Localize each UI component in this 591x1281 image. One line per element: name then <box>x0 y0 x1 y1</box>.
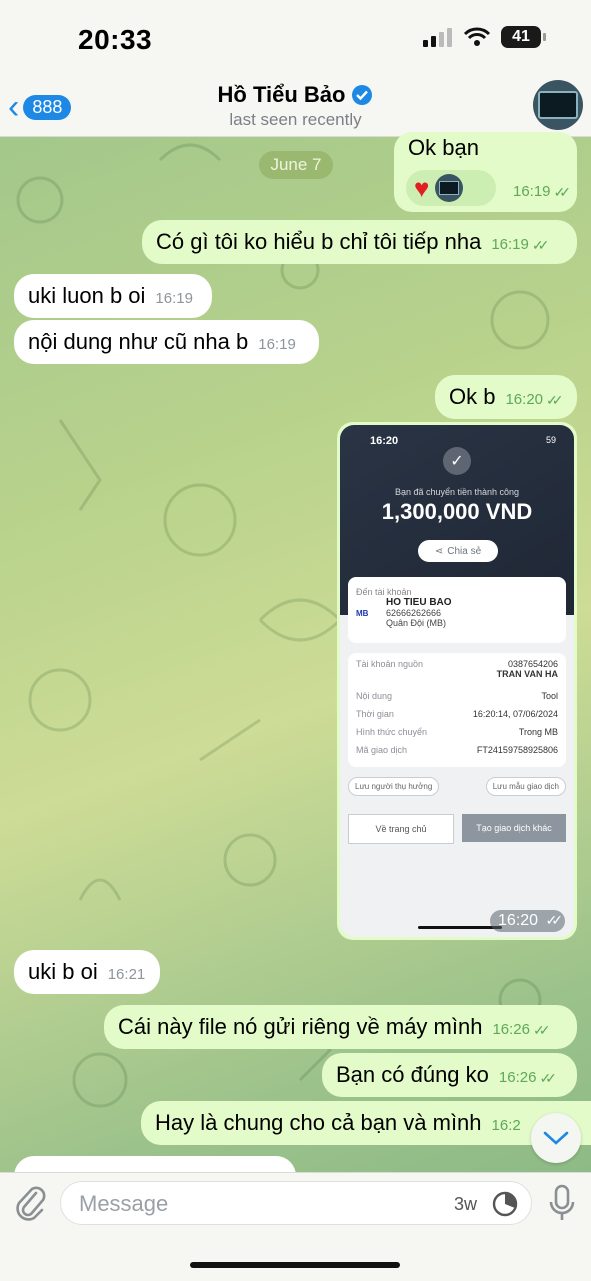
heart-icon: ♥ <box>414 173 430 203</box>
message-text: uki b oi <box>28 959 98 984</box>
message-bubble[interactable]: Cái này file nó gửi riêng về máy mình 16… <box>104 1005 577 1049</box>
receipt-home-button: Về trang chủ <box>348 814 454 844</box>
message-time: 16:26 <box>498 1069 537 1086</box>
message-bubble[interactable]: uki luon b oi 16:19 <box>14 274 212 318</box>
chevron-down-icon <box>543 1131 569 1145</box>
recipient-account: 62666262666 <box>386 608 442 618</box>
recipient-bank: Quân Đội (MB) <box>386 618 447 628</box>
detail-key: Thời gian <box>356 709 394 719</box>
check-icon: ✓ <box>443 447 471 475</box>
detail-value: Trong MB <box>518 727 558 737</box>
to-account-label: Đến tài khoản <box>356 587 412 597</box>
photo-message[interactable]: 16:20 59 ✓ Bạn đã chuyển tiền thành công… <box>337 422 577 940</box>
message-text: Cái này file nó gửi riêng về máy mình <box>118 1014 483 1039</box>
microphone-icon[interactable] <box>546 1183 578 1223</box>
status-bar: 20:33 41 <box>0 0 591 80</box>
message-text: uki luon b oi <box>28 283 146 308</box>
recipient-card: Đến tài khoản MB HO TIEU BAO 62666262666… <box>348 577 566 643</box>
read-ticks-icon: ✓✓ <box>545 912 564 928</box>
receipt-battery: 59 <box>545 435 556 445</box>
detail-value: 16:20:14, 07/06/2024 <box>472 709 558 719</box>
detail-value: FT24159758925806 <box>476 745 558 755</box>
message-field[interactable]: 3w <box>60 1181 532 1225</box>
save-recipient-pill: Lưu người thụ hưởng <box>348 777 440 796</box>
home-indicator <box>190 1262 400 1268</box>
message-text: Ok b <box>449 384 496 409</box>
photo-meta: 16:20 ✓✓ <box>490 910 565 932</box>
detail-value: TRAN VAN HA <box>496 669 558 679</box>
message-time: 16:19 <box>155 290 193 307</box>
detail-row: Nội dung Tool <box>356 687 558 705</box>
timer-label: 3w <box>453 1194 477 1214</box>
status-time: 20:33 <box>78 24 153 55</box>
message-time: 16:19 <box>258 336 296 353</box>
self-destruct-timer-icon[interactable] <box>491 1190 519 1218</box>
battery-indicator: 41 <box>501 26 546 48</box>
read-ticks-icon: ✓✓ <box>539 1070 557 1086</box>
message-bubble[interactable]: Bạn có đúng ko 16:26 ✓✓ <box>322 1053 577 1097</box>
message-time: 16:26 <box>492 1021 530 1038</box>
receipt-home-indicator <box>418 926 502 929</box>
scroll-to-bottom-button[interactable] <box>531 1113 581 1163</box>
monitor-icon <box>538 91 578 119</box>
message-text: Ok bạn <box>408 135 479 160</box>
save-template-pill: Lưu mẫu giao dịch <box>485 777 566 796</box>
message-time: 16:21 <box>107 966 146 983</box>
contact-avatar[interactable] <box>533 80 583 130</box>
detail-key: Mã giao dịch <box>356 745 408 755</box>
reaction-pill[interactable]: ♥ <box>406 170 496 206</box>
detail-row: Mã giao dịch FT24159758925806 <box>356 741 558 759</box>
detail-row: Tài khoản nguồn 0387654206 TRAN VAN HA <box>356 659 558 687</box>
read-ticks-icon: ✓✓ <box>531 237 550 253</box>
recipient-name: HO TIEU BAO <box>386 597 452 608</box>
message-bubble[interactable]: nội dung như cũ nha b 16:19 <box>14 320 319 364</box>
detail-value: Tool <box>541 691 558 701</box>
detail-row: Hình thức chuyển Trong MB <box>356 723 558 741</box>
message-bubble[interactable]: Hay là chung cho cả bạn và mình 16:2 <box>141 1101 591 1145</box>
read-ticks-icon: ✓✓ <box>553 184 572 200</box>
detail-value: 0387654206 <box>507 659 558 669</box>
last-seen-status: last seen recently <box>229 110 362 129</box>
message-text: nội dung như cũ nha b <box>28 329 249 354</box>
detail-key: Hình thức chuyển <box>356 727 428 737</box>
paperclip-icon[interactable] <box>12 1183 48 1223</box>
receipt-screenshot[interactable]: 16:20 59 ✓ Bạn đã chuyển tiền thành công… <box>340 425 574 937</box>
message-text: Bạn có đúng ko <box>336 1062 489 1087</box>
receipt-share-label: Chia sẻ <box>447 545 482 557</box>
message-bubble[interactable]: Ok bạn ♥ 16:19 ✓✓ <box>394 132 577 212</box>
detail-row: Thời gian 16:20:14, 07/06/2024 <box>356 705 558 723</box>
message-text: Có gì tôi ko hiểu b chỉ tôi tiếp nha <box>156 229 482 254</box>
contact-name: Hồ Tiểu Bảo <box>217 82 346 107</box>
chat-header: ‹ 888 Hồ Tiểu Bảo last seen recently <box>0 80 591 137</box>
receipt-share-button: ⋖ Chia sẻ <box>418 540 498 562</box>
message-time: 16:20 <box>498 912 539 929</box>
receipt-amount: 1,300,000 VND <box>381 499 533 524</box>
reactor-avatar <box>435 174 464 202</box>
message-bubble[interactable]: Ok b 16:20 ✓✓ <box>435 375 577 419</box>
chat-title[interactable]: Hồ Tiểu Bảo last seen recently <box>0 82 591 130</box>
read-ticks-icon: ✓✓ <box>546 392 564 408</box>
message-time: 16:19 <box>491 236 529 253</box>
share-icon: ⋖ <box>434 545 444 557</box>
receipt-new-transaction-button: Tạo giao dịch khác <box>462 814 566 842</box>
wifi-icon <box>463 27 491 46</box>
detail-key: Tài khoản nguồn <box>356 659 424 669</box>
transaction-details-card: Tài khoản nguồn 0387654206 TRAN VAN HA N… <box>348 653 566 767</box>
receipt-status-time: 16:20 <box>370 435 399 447</box>
cellular-signal-icon <box>423 28 452 47</box>
message-time: 16:20 <box>505 391 544 408</box>
bank-logo: MB <box>356 609 369 618</box>
message-text: Hay là chung cho cả bạn và mình <box>155 1110 482 1135</box>
verified-badge-icon <box>352 85 373 105</box>
read-ticks-icon: ✓✓ <box>533 1022 551 1038</box>
receipt-success-text: Bạn đã chuyển tiền thành công <box>394 487 520 497</box>
message-bubble[interactable]: Có gì tôi ko hiểu b chỉ tôi tiếp nha 16:… <box>142 220 577 264</box>
detail-key: Nội dung <box>356 691 393 701</box>
message-time: 16:2 <box>491 1117 521 1134</box>
message-bubble[interactable]: uki b oi 16:21 <box>14 950 160 994</box>
message-input[interactable] <box>77 1188 441 1220</box>
message-time: 16:19 <box>512 183 551 200</box>
date-separator: June 7 <box>259 151 333 179</box>
